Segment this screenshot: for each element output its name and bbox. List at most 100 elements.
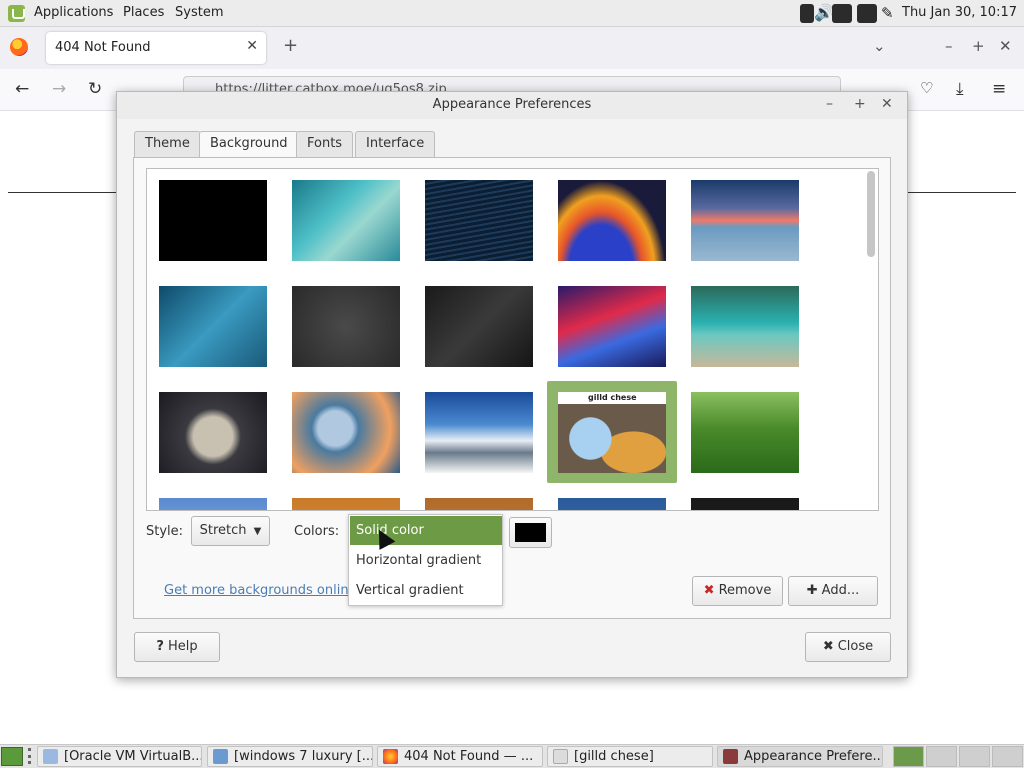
- menu-applications[interactable]: Applications: [34, 5, 113, 20]
- close-label: Close: [837, 639, 874, 654]
- appearance-preferences-dialog: Appearance Preferences – + ✕ Theme Backg…: [116, 91, 908, 678]
- menu-item-solid-color[interactable]: Solid color: [350, 516, 502, 545]
- wallpaper-thumbnail[interactable]: [558, 498, 666, 510]
- background-thumbnails: gilld chese: [146, 168, 879, 511]
- color-swatch: [515, 523, 546, 542]
- firefox-icon: [10, 38, 28, 56]
- style-value: Stretch: [199, 523, 247, 538]
- shield-icon[interactable]: [832, 4, 852, 23]
- mint-menu-icon[interactable]: [8, 5, 25, 22]
- wallpaper-thumbnail[interactable]: [292, 286, 400, 367]
- close-tab-icon[interactable]: ✕: [246, 38, 258, 54]
- dropdown-arrow-icon: ▼: [253, 526, 262, 537]
- tab-theme[interactable]: Theme: [134, 131, 201, 157]
- wallpaper-thumbnail[interactable]: [425, 392, 533, 473]
- close-icon[interactable]: ✕: [881, 96, 893, 112]
- add-icon: ✚: [806, 583, 818, 598]
- workspace-3[interactable]: [959, 746, 990, 767]
- taskbar-item-label: 404 Not Found — ...: [404, 749, 534, 764]
- close-button[interactable]: ✖ Close: [805, 632, 891, 662]
- taskbar-item-gilld-chese[interactable]: [gilld chese]: [547, 746, 713, 767]
- workspace-1[interactable]: [893, 746, 924, 767]
- remove-icon: ✖: [703, 583, 715, 598]
- wallpaper-thumbnail[interactable]: [691, 180, 799, 261]
- network-icon[interactable]: [800, 4, 814, 23]
- colors-label: Colors:: [294, 524, 340, 539]
- maximize-icon[interactable]: +: [972, 37, 985, 55]
- wallpaper-thumbnail-selected[interactable]: gilld chese: [558, 392, 666, 473]
- virtualbox-icon: [43, 749, 58, 764]
- back-icon[interactable]: ←: [15, 79, 29, 99]
- volume-icon[interactable]: 🔊: [814, 4, 834, 23]
- image-icon: [553, 749, 568, 764]
- wallpaper-thumbnail[interactable]: [159, 180, 267, 261]
- workspace-2[interactable]: [926, 746, 957, 767]
- wallpaper-thumbnail[interactable]: [292, 392, 400, 473]
- style-label: Style:: [146, 524, 184, 539]
- menu-places[interactable]: Places: [123, 5, 164, 20]
- wallpaper-thumbnail[interactable]: [691, 286, 799, 367]
- clock[interactable]: Thu Jan 30, 10:17: [902, 5, 1017, 20]
- taskbar-item-virtualbox[interactable]: [Oracle VM VirtualB...: [37, 746, 202, 767]
- wallpaper-thumbnail[interactable]: [292, 180, 400, 261]
- menu-item-vertical-gradient[interactable]: Vertical gradient: [350, 576, 502, 605]
- forward-icon[interactable]: →: [52, 79, 66, 99]
- taskbar-item-label: [Oracle VM VirtualB...: [64, 749, 202, 764]
- thumbnail-caption: gilld chese: [588, 393, 637, 402]
- taskbar-item-firefox[interactable]: 404 Not Found — ...: [377, 746, 543, 767]
- minimize-icon[interactable]: –: [826, 96, 833, 112]
- browser-tab[interactable]: 404 Not Found ✕: [46, 32, 266, 64]
- color-picker-button[interactable]: [509, 517, 552, 548]
- tab-interface[interactable]: Interface: [355, 131, 436, 157]
- style-dropdown[interactable]: Stretch ▼: [191, 516, 270, 546]
- download-icon[interactable]: ⤓: [956, 79, 964, 99]
- remove-label: Remove: [718, 583, 772, 598]
- brush-icon[interactable]: ✎: [881, 4, 899, 23]
- hamburger-menu-icon[interactable]: ≡: [992, 79, 1006, 99]
- taskbar-item-windows7[interactable]: [windows 7 luxury [...: [207, 746, 373, 767]
- thumbnail-scrollbar[interactable]: [867, 171, 875, 257]
- wallpaper-thumbnail[interactable]: [425, 180, 533, 261]
- wallpaper-thumbnail[interactable]: [159, 498, 267, 510]
- wallpaper-thumbnail[interactable]: [292, 498, 400, 510]
- taskbar-item-label: Appearance Prefere...: [744, 749, 883, 764]
- add-label: Add...: [821, 583, 860, 598]
- wallpaper-thumbnail[interactable]: [691, 498, 799, 510]
- taskbar-item-appearance[interactable]: Appearance Prefere...: [717, 746, 883, 767]
- wallpaper-thumbnail[interactable]: [558, 286, 666, 367]
- help-icon: ?: [156, 639, 164, 654]
- firefox-icon: [383, 749, 398, 764]
- tab-background[interactable]: Background: [199, 131, 299, 158]
- minimize-icon[interactable]: –: [945, 37, 953, 55]
- remove-button[interactable]: ✖ Remove: [692, 576, 783, 606]
- reload-icon[interactable]: ↻: [88, 79, 102, 99]
- close-window-icon[interactable]: ✕: [999, 37, 1012, 55]
- show-desktop-icon[interactable]: [1, 747, 23, 766]
- wallpaper-thumbnail[interactable]: [159, 286, 267, 367]
- wallpaper-thumbnail[interactable]: [159, 392, 267, 473]
- colors-dropdown-menu: Solid color Horizontal gradient Vertical…: [348, 514, 503, 606]
- taskbar-handle-icon: [28, 748, 32, 764]
- wallpaper-thumbnail[interactable]: [425, 286, 533, 367]
- appearance-icon: [723, 749, 738, 764]
- maximize-icon[interactable]: +: [854, 96, 866, 112]
- chevron-down-icon[interactable]: ⌄: [873, 37, 886, 55]
- add-button[interactable]: ✚ Add...: [788, 576, 878, 606]
- page-divider: [8, 192, 116, 193]
- wallpaper-thumbnail[interactable]: [558, 180, 666, 261]
- update-icon[interactable]: [857, 4, 877, 23]
- menu-system[interactable]: System: [175, 5, 223, 20]
- wallpaper-thumbnail[interactable]: [425, 498, 533, 510]
- wallpaper-thumbnail[interactable]: [691, 392, 799, 473]
- dialog-title: Appearance Preferences: [432, 97, 592, 112]
- help-label: Help: [167, 639, 198, 654]
- page-divider: [908, 192, 1016, 193]
- new-tab-icon[interactable]: +: [283, 35, 298, 56]
- pocket-icon[interactable]: ♡: [920, 79, 933, 97]
- image-viewer-icon: [213, 749, 228, 764]
- help-button[interactable]: ? Help: [134, 632, 220, 662]
- tab-fonts[interactable]: Fonts: [296, 131, 354, 157]
- menu-item-horizontal-gradient[interactable]: Horizontal gradient: [350, 546, 502, 575]
- get-more-backgrounds-link[interactable]: Get more backgrounds online: [164, 583, 357, 598]
- workspace-4[interactable]: [992, 746, 1023, 767]
